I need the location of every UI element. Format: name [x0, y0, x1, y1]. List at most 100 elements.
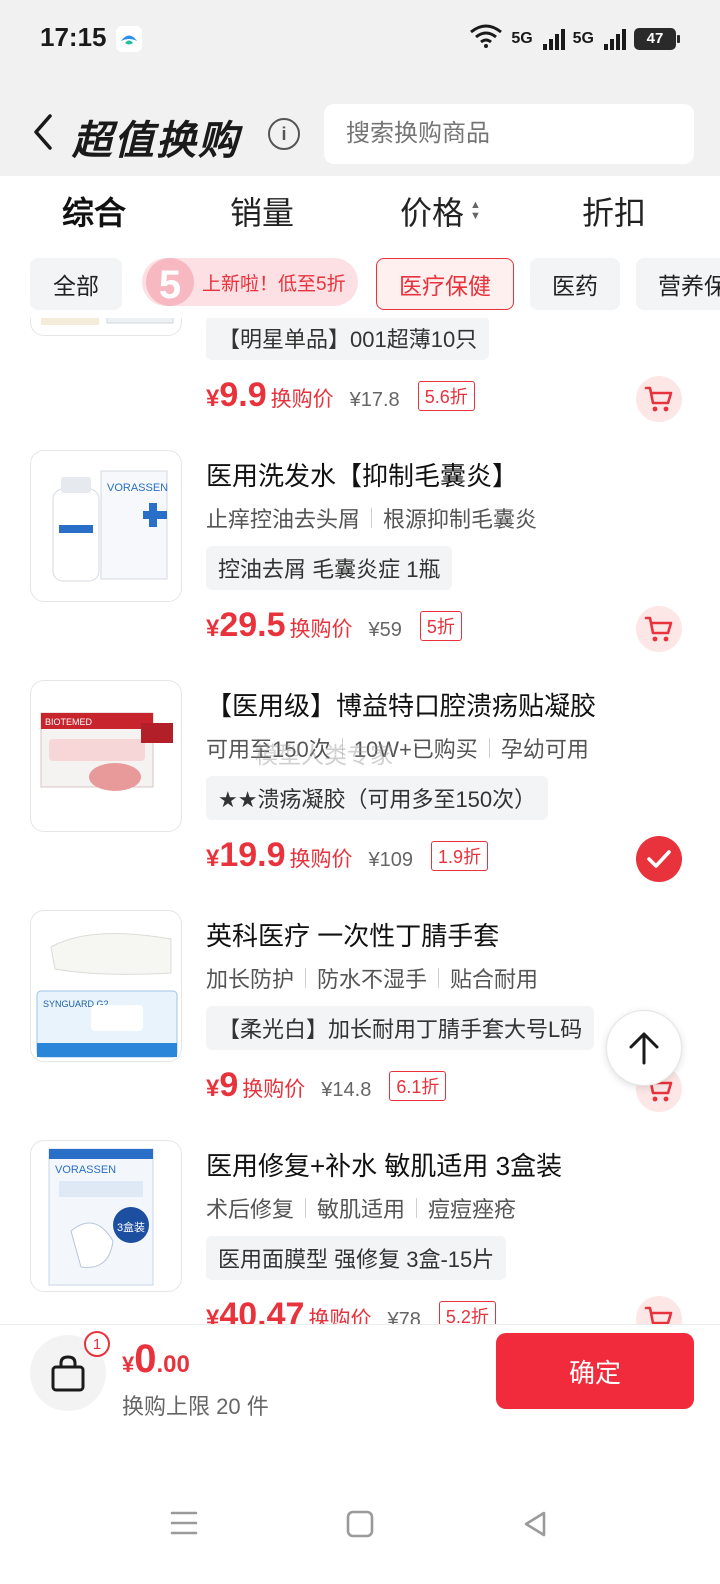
tab-comprehensive[interactable]: 综合	[62, 188, 126, 234]
back-triangle-icon[interactable]	[522, 1510, 548, 1543]
add-to-cart-button[interactable]	[636, 376, 682, 422]
total-currency: ¥	[122, 1352, 135, 1377]
exchange-price: 9.9	[219, 376, 267, 414]
cart-icon	[644, 1306, 673, 1324]
product-spec[interactable]: 【明星单品】001超薄10只	[206, 318, 490, 360]
product-image[interactable]: VORASSEN 3盒装	[30, 1140, 182, 1292]
product-image[interactable]: 00	[30, 318, 182, 336]
status-time: 17:15	[40, 22, 107, 52]
product-features: 止痒控油去头屑 根源抑制毛囊炎	[206, 502, 537, 534]
exchange-price-label: 换购价	[289, 618, 353, 641]
cart-icon	[644, 616, 673, 642]
chip-promo[interactable]: 5 上新啦！低至5折	[142, 258, 358, 307]
info-icon[interactable]: i	[268, 118, 300, 150]
home-square-icon[interactable]	[346, 1510, 374, 1543]
exchange-price: 40.47	[219, 1296, 305, 1324]
price-currency: ¥	[206, 1305, 220, 1324]
price-currency: ¥	[206, 845, 220, 872]
product-image[interactable]: BIOTEMED	[30, 680, 182, 832]
product-title[interactable]: 医用修复+补水 敏肌适用 3盒装	[206, 1146, 562, 1183]
page-title: 超值换购	[72, 119, 240, 163]
feature-tag: 防水不湿手	[317, 967, 428, 992]
chip-promo-label: 上新啦！低至5折	[202, 273, 346, 295]
selected-checkmark-button[interactable]	[636, 836, 682, 882]
price-row: ¥ 19.9 换购价 ¥109 1.9折	[206, 836, 489, 875]
chip-medical-care[interactable]: 医疗保健	[376, 258, 514, 310]
search-input[interactable]	[324, 104, 694, 164]
feature-tag: 止痒控油去头屑	[206, 507, 361, 532]
promo-badge-icon: 5	[142, 256, 198, 312]
price-currency: ¥	[206, 385, 220, 412]
product-item[interactable]: VORASSEN 医用洗发水【抑制毛囊炎】 止痒控油去头屑 根源抑制毛囊炎 控油去…	[0, 450, 720, 670]
product-spec[interactable]: ★★溃疡凝胶（可用多至150次）	[206, 776, 549, 820]
category-chips: 全部 5 上新啦！低至5折 医疗保健 医药 营养保	[0, 256, 720, 316]
shopping-bag-icon	[51, 1355, 85, 1392]
feature-tag: 根源抑制毛囊炎	[383, 507, 538, 532]
product-spec[interactable]: 医用面膜型 强修复 3盒-15片	[206, 1236, 507, 1280]
product-spec[interactable]: 控油去屑 毛囊炎症 1瓶	[206, 546, 453, 590]
menu-icon[interactable]	[170, 1510, 198, 1541]
feature-tag: 术后修复	[206, 1197, 295, 1222]
network-label-2: 5G	[572, 29, 594, 47]
product-item[interactable]: SYNGUARD G2 英科医疗 一次性丁腈手套 加长防护 防水不湿手 贴合耐用 【…	[0, 910, 720, 1130]
add-to-cart-button[interactable]	[636, 1296, 682, 1324]
product-title[interactable]: 医用洗发水【抑制毛囊炎】	[206, 456, 518, 493]
product-item[interactable]: 00 【明星单品】001超薄10只 ¥ 9.9 换购价 ¥17.8 5.6折	[0, 318, 720, 422]
tab-price[interactable]: 价格 ▲ ▼	[400, 188, 481, 234]
tab-sales[interactable]: 销量	[230, 188, 294, 234]
discount-badge: 5.6折	[417, 380, 475, 411]
product-image[interactable]: SYNGUARD G2	[30, 910, 182, 1062]
product-item[interactable]: VORASSEN 3盒装 医用修复+补水 敏肌适用 3盒装 术后修复 敏肌适用 痘痘痤…	[0, 1140, 720, 1324]
original-price: ¥17.8	[349, 389, 400, 411]
wifi-icon	[469, 24, 503, 53]
status-bar: 17:15 5G 5G 47	[0, 0, 720, 80]
price-row: ¥ 9.9 换购价 ¥17.8 5.6折	[206, 376, 475, 415]
signal-icon	[542, 28, 565, 50]
add-to-cart-button[interactable]	[636, 606, 682, 652]
cart-icon	[644, 386, 673, 412]
signal-icon	[604, 28, 626, 50]
discount-badge: 1.9折	[431, 840, 489, 871]
tab-price-label: 价格	[400, 195, 465, 231]
total-decimal: .00	[156, 1351, 190, 1378]
feature-tag: 加长防护	[206, 967, 295, 992]
product-image[interactable]: VORASSEN	[30, 450, 182, 602]
back-to-top-button[interactable]	[606, 1010, 682, 1086]
chip-medicine[interactable]: 医药	[530, 258, 620, 310]
tab-discount[interactable]: 折扣	[582, 188, 646, 234]
original-price: ¥14.8	[321, 1079, 372, 1101]
product-features: 术后修复 敏肌适用 痘痘痤疮	[206, 1192, 516, 1224]
price-row: ¥ 40.47 换购价 ¥78 5.2折	[206, 1296, 496, 1324]
feature-tag: 痘痘痤疮	[428, 1197, 517, 1222]
exchange-price-label: 换购价	[270, 388, 334, 411]
status-indicators: 5G 5G 47	[469, 24, 680, 53]
price-row: ¥ 29.5 换购价 ¥59 5折	[206, 606, 462, 645]
product-item[interactable]: BIOTEMED 【医用级】博益特口腔溃疡贴凝胶 可用至150次 10W+已购买孕…	[0, 680, 720, 900]
chip-all[interactable]: 全部	[30, 258, 122, 310]
original-price: ¥109	[368, 849, 414, 871]
bottom-bar: 1 ¥ 0 .00 换购上限 20 件 确定	[0, 1324, 720, 1444]
product-title[interactable]: 英科医疗 一次性丁腈手套	[206, 916, 499, 953]
product-title[interactable]: 【医用级】博益特口腔溃疡贴凝胶	[206, 686, 596, 723]
exchange-limit-text: 换购上限 20 件	[122, 1394, 269, 1419]
total-integer: 0	[134, 1337, 157, 1381]
back-arrow-icon[interactable]	[30, 112, 56, 152]
promo-badge-number: 5	[159, 263, 181, 307]
feature-tag: 孕幼可用	[500, 737, 589, 762]
product-list: 00 【明星单品】001超薄10只 ¥ 9.9 换购价 ¥17.8 5.6折 V…	[0, 318, 720, 1324]
overlay-watermark-text: 模型人类专家	[255, 742, 393, 768]
chip-nutrition[interactable]: 营养保	[636, 258, 720, 310]
app-notification-icon	[116, 26, 142, 52]
product-spec[interactable]: 【柔光白】加长耐用丁腈手套大号L码	[206, 1006, 595, 1050]
total-price: ¥ 0 .00	[122, 1337, 190, 1382]
feature-tag: 敏肌适用	[317, 1197, 406, 1222]
confirm-button[interactable]: 确定	[496, 1333, 694, 1409]
cart-count-badge: 1	[84, 1331, 110, 1357]
price-row: ¥ 9 换购价 ¥14.8 6.1折	[206, 1066, 447, 1105]
exchange-price: 29.5	[219, 606, 286, 644]
exchange-price-label: 换购价	[242, 1078, 306, 1101]
exchange-price-label: 换购价	[308, 1308, 372, 1324]
svg-text:VORASSEN: VORASSEN	[107, 482, 168, 494]
discount-badge: 6.1折	[389, 1070, 447, 1101]
svg-text:VORASSEN: VORASSEN	[55, 1164, 116, 1176]
